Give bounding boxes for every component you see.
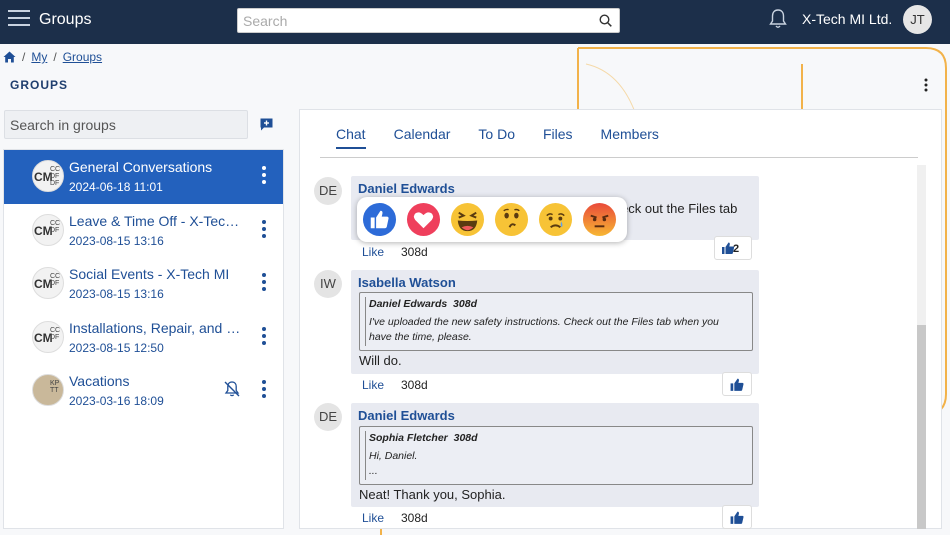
message-bubble: Isabella Watson Daniel Edwards 308d I've… [351,270,759,374]
quote-line: have the time, please. [369,331,472,343]
like-reaction-icon[interactable] [362,202,397,237]
message-avatar[interactable]: DE [314,403,342,431]
notifications-bell-icon[interactable] [768,8,788,30]
quote-author: Sophia Fletcher [369,432,448,444]
love-reaction-icon[interactable] [406,202,441,237]
group-name: Vacations [69,373,130,389]
breadcrumb-groups[interactable]: Groups [63,50,102,64]
new-group-chat-icon[interactable] [259,117,274,132]
breadcrumb-separator: / [22,50,26,64]
message-text: Neat! Thank you, Sophia. [359,487,506,502]
message-avatar[interactable]: IW [314,270,342,298]
group-search-input[interactable] [5,111,243,138]
reactions-popup [357,197,627,242]
message-time: 308d [401,378,428,392]
tab-members[interactable]: Members [601,126,659,149]
tab-chat[interactable]: Chat [336,126,366,149]
page-title: GROUPS [10,78,69,92]
message-author[interactable]: Daniel Edwards [358,181,455,196]
quote-line: Hi, Daniel. [369,450,418,462]
group-date: 2023-08-15 13:16 [69,287,164,301]
group-name: General Conversations [69,159,213,175]
message-text: eck out the Files tab [621,201,738,216]
group-date: 2023-08-15 12:50 [69,340,164,355]
group-name: Installations, Repair, and Maintenance [69,319,244,336]
quote-time: 308d [453,298,477,310]
tab-files[interactable]: Files [543,126,573,149]
haha-reaction-icon[interactable] [450,202,485,237]
global-search[interactable] [237,8,620,33]
like-count-button[interactable]: 2 [714,236,752,260]
group-date: 2024-06-18 11:01 [69,180,163,194]
message-author[interactable]: Daniel Edwards [358,408,455,423]
like-count: 2 [733,243,740,255]
message-time: 308d [401,245,428,259]
group-date: 2023-08-15 13:16 [69,233,164,248]
top-bar: Groups X-Tech MI Ltd. JT [0,0,950,44]
angry-reaction-icon[interactable] [582,202,617,237]
quote-line: ... [369,465,378,477]
like-button[interactable] [722,505,752,529]
breadcrumb: / My / Groups [3,50,102,64]
group-options-icon[interactable] [261,219,267,240]
app-title: Groups [39,11,92,28]
quote-author: Daniel Edwards [369,298,448,310]
group-avatar: CM CC DF [32,267,64,299]
breadcrumb-separator: / [53,50,57,64]
thumbs-up-icon [730,378,744,391]
organization-name[interactable]: X-Tech MI Ltd. [802,11,892,27]
thumbs-up-icon [730,511,744,524]
chat-scrollbar[interactable] [917,165,926,529]
sad-reaction-icon[interactable] [538,202,573,237]
group-options-icon[interactable] [261,166,267,186]
quoted-message[interactable]: Daniel Edwards 308d I've uploaded the ne… [359,292,753,351]
like-link[interactable]: Like [362,378,384,392]
group-list: CM CC DF DF General Conversations 2024-0… [3,149,284,529]
like-button[interactable] [722,372,752,396]
group-item-leave-time-off[interactable]: CM CC DF Leave & Time Off - X-Tech MI 20… [4,204,283,258]
group-item-vacations[interactable]: KP TT Vacations 2023-03-16 18:09 [4,364,283,418]
user-avatar[interactable]: JT [903,5,932,34]
quoted-message[interactable]: Sophia Fletcher 308d Hi, Daniel. ... [359,426,753,485]
quote-line: I've uploaded the new safety instruction… [369,316,719,328]
group-avatar: CM CC DF [32,213,64,246]
breadcrumb-my[interactable]: My [31,50,47,64]
group-item-general-conversations[interactable]: CM CC DF DF General Conversations 2024-0… [4,150,283,204]
message-avatar[interactable]: DE [314,177,342,205]
group-item-social-events[interactable]: CM CC DF Social Events - X-Tech MI 2023-… [4,257,283,311]
group-item-installations[interactable]: CM CC DF Installations, Repair, and Main… [4,311,283,365]
tab-calendar[interactable]: Calendar [394,126,451,149]
tabs-divider [320,157,918,158]
like-link[interactable]: Like [362,511,384,525]
group-options-icon[interactable] [261,380,267,400]
group-search-field[interactable] [4,110,248,139]
group-name: Leave & Time Off - X-Tech MI [69,212,244,229]
tab-todo[interactable]: To Do [478,126,515,149]
scroll-thumb[interactable] [917,325,926,529]
message-text: Will do. [359,353,402,368]
group-avatar: CM CC DF DF [32,160,64,192]
more-options-icon[interactable] [921,77,931,93]
group-options-icon[interactable] [261,273,267,293]
search-input[interactable] [238,9,588,32]
wow-reaction-icon[interactable] [494,202,529,237]
group-avatar: KP TT [32,374,64,406]
group-avatar: CM CC DF [32,320,64,353]
group-date: 2023-03-16 18:09 [69,394,164,408]
like-link[interactable]: Like [362,245,384,259]
message-time: 308d [401,511,428,525]
message-author[interactable]: Isabella Watson [358,275,456,290]
menu-icon[interactable] [8,10,30,28]
search-icon[interactable] [599,14,612,27]
tab-bar: Chat Calendar To Do Files Members [336,126,659,149]
quote-time: 308d [453,432,478,444]
home-icon[interactable] [3,51,16,63]
group-options-icon[interactable] [261,326,267,347]
muted-bell-icon[interactable] [223,380,241,398]
group-name: Social Events - X-Tech MI [69,266,230,282]
message-bubble: Daniel Edwards Sophia Fletcher 308d Hi, … [351,403,759,507]
